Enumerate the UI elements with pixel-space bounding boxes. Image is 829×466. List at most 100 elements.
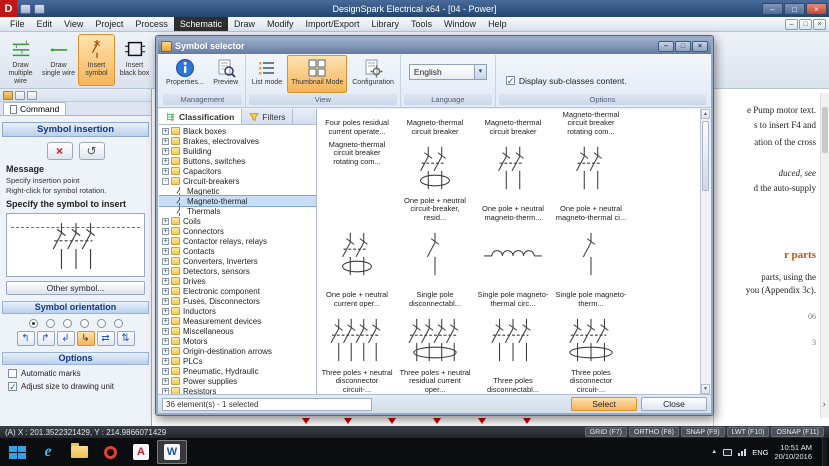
- symbol-cell[interactable]: Three poles + neutral disconnector circu…: [318, 311, 396, 394]
- orientation-radio[interactable]: [62, 319, 72, 328]
- expand-icon[interactable]: +: [162, 167, 169, 175]
- tray-monitor-icon[interactable]: [723, 448, 733, 456]
- tab-command[interactable]: Command: [3, 102, 67, 115]
- maximize-button[interactable]: [784, 2, 805, 15]
- tree-item-detectors-sensors[interactable]: + Detectors, sensors: [159, 266, 316, 276]
- menu-tools[interactable]: Tools: [405, 17, 438, 31]
- symbol-cell[interactable]: Single pole disconnectabl...: [396, 225, 474, 311]
- tree-item-thermals[interactable]: Thermals: [159, 206, 316, 216]
- properties-button[interactable]: Properties...: [162, 55, 208, 93]
- tree-item-plcs[interactable]: + PLCs: [159, 356, 316, 366]
- scroll-up-icon[interactable]: [701, 109, 710, 119]
- menu-modify[interactable]: Modify: [261, 17, 300, 31]
- toggle-ortho-f8[interactable]: ORTHO (F8): [629, 427, 679, 437]
- collapse-icon[interactable]: -: [162, 177, 169, 185]
- clock[interactable]: 10:51 AM 20/10/2016: [774, 443, 812, 461]
- tree-item-contactor-relays-relays[interactable]: + Contactor relays, relays: [159, 236, 316, 246]
- select-button[interactable]: Select: [571, 397, 637, 411]
- quick-access-save-icon[interactable]: [20, 3, 31, 14]
- symbol-cell[interactable]: Single pole magneto-therm...: [552, 225, 630, 311]
- swap-v-button[interactable]: ⇅: [116, 331, 135, 346]
- quick-access-print-icon[interactable]: [34, 3, 45, 14]
- tree-item-fuses-disconnectors[interactable]: + Fuses, Disconnectors: [159, 296, 316, 306]
- minimize-button[interactable]: [762, 2, 783, 15]
- tree-item-contacts[interactable]: + Contacts: [159, 246, 316, 256]
- menu-process[interactable]: Process: [129, 17, 174, 31]
- display-subclasses-checkbox[interactable]: ✓ Display sub-classes content.: [505, 68, 627, 93]
- dialog-close-button[interactable]: [692, 40, 708, 52]
- close-button[interactable]: [806, 2, 827, 15]
- turn-down-right-button[interactable]: ↳: [76, 331, 95, 346]
- thumbnail-mode-button[interactable]: Thumbnail Mode: [287, 55, 348, 93]
- orientation-radio[interactable]: [45, 319, 55, 328]
- toggle-grid-f7[interactable]: GRID (F7): [584, 427, 627, 437]
- tree-item-capacitors[interactable]: + Capacitors: [159, 166, 316, 176]
- expand-icon[interactable]: +: [162, 247, 169, 255]
- swap-h-button[interactable]: ⇄: [96, 331, 115, 346]
- preview-button[interactable]: Preview: [209, 55, 243, 93]
- insert-symbol-button[interactable]: Insert symbol: [78, 34, 115, 86]
- tree-item-pneumatic-hydraulic[interactable]: + Pneumatic, Hydraulic: [159, 366, 316, 376]
- dock-right-icon[interactable]: [27, 90, 37, 100]
- expand-icon[interactable]: +: [162, 237, 169, 245]
- tree-item-measurement-devices[interactable]: + Measurement devices: [159, 316, 316, 326]
- expand-icon[interactable]: +: [162, 267, 169, 275]
- internet-explorer-taskbar-button[interactable]: e: [33, 440, 63, 464]
- toggle-osnap-f11[interactable]: OSNAP (F11): [771, 427, 824, 437]
- document-scrollbar[interactable]: [820, 93, 829, 418]
- tree-item-miscellaneous[interactable]: + Miscellaneous: [159, 326, 316, 336]
- symbol-cell[interactable]: Four poles residual current operate...: [318, 109, 396, 139]
- symbol-cell[interactable]: One pole + neutral magneto-therm...: [474, 139, 552, 225]
- tree-item-building[interactable]: + Building: [159, 146, 316, 156]
- draw-single-wire-button[interactable]: Draw single wire: [40, 34, 77, 86]
- toggle-lwt-f10[interactable]: LWT (F10): [726, 427, 770, 437]
- symbol-cell[interactable]: One pole + neutral circuit-breaker, resi…: [396, 139, 474, 225]
- red-app-taskbar-button[interactable]: [95, 440, 125, 464]
- word-taskbar-button[interactable]: W: [157, 440, 187, 464]
- menu-help[interactable]: Help: [482, 17, 513, 31]
- checkbox-adjust-size-to-drawing-unit[interactable]: ✓ Adjust size to drawing unit: [8, 382, 143, 392]
- dialog-minimize-button[interactable]: [658, 40, 674, 52]
- expand-icon[interactable]: +: [162, 217, 169, 225]
- toggle-snap-f9[interactable]: SNAP (F9): [680, 427, 725, 437]
- orientation-radio[interactable]: [96, 319, 106, 328]
- dock-left-icon[interactable]: [15, 90, 25, 100]
- menu-schematic[interactable]: Schematic: [173, 17, 228, 31]
- menu-file[interactable]: File: [4, 17, 31, 31]
- tree-item-converters-inverters[interactable]: + Converters, Inverters: [159, 256, 316, 266]
- file-explorer-taskbar-button[interactable]: [64, 440, 94, 464]
- tree-item-inductors[interactable]: + Inductors: [159, 306, 316, 316]
- menu-draw[interactable]: Draw: [228, 17, 261, 31]
- grid-scrollbar[interactable]: [700, 109, 710, 394]
- tree-item-origin-destination-arrows[interactable]: + Origin-destination arrows: [159, 346, 316, 356]
- tree-item-coils[interactable]: + Coils: [159, 216, 316, 226]
- expand-icon[interactable]: +: [162, 127, 169, 135]
- tree-item-connectors[interactable]: + Connectors: [159, 226, 316, 236]
- language-select[interactable]: English: [408, 64, 487, 80]
- expand-icon[interactable]: +: [162, 257, 169, 265]
- tree-item-magneto-thermal[interactable]: Magneto-thermal: [159, 195, 316, 207]
- show-desktop-button[interactable]: [822, 438, 827, 466]
- network-icon[interactable]: [738, 448, 747, 456]
- turn-up-right-button[interactable]: ↱: [36, 331, 55, 346]
- list-mode-button[interactable]: List mode: [248, 55, 286, 93]
- scroll-down-icon[interactable]: [701, 384, 710, 394]
- orientation-radio[interactable]: [79, 319, 89, 328]
- close-dialog-button[interactable]: Close: [641, 397, 707, 411]
- tree-item-circuit-breakers[interactable]: - Circuit-breakers: [159, 176, 316, 186]
- grid-scrollbar-thumb[interactable]: [702, 121, 709, 191]
- menu-edit[interactable]: Edit: [31, 17, 59, 31]
- doc-close-button[interactable]: [813, 18, 826, 30]
- expand-icon[interactable]: +: [162, 227, 169, 235]
- expand-icon[interactable]: +: [162, 277, 169, 285]
- tree-item-buttons-switches[interactable]: + Buttons, switches: [159, 156, 316, 166]
- chevron-down-icon[interactable]: [473, 65, 486, 79]
- tray-chevron-icon[interactable]: [711, 449, 717, 455]
- expand-icon[interactable]: +: [162, 377, 169, 385]
- symbol-cell[interactable]: One pole + neutral current oper...: [318, 225, 396, 311]
- symbol-cell[interactable]: One pole + neutral magneto-thermal ci...: [552, 139, 630, 225]
- tree-item-power-supplies[interactable]: + Power supplies: [159, 376, 316, 386]
- draw-multiple-wire-button[interactable]: Draw multiple wire: [2, 34, 39, 86]
- expand-icon[interactable]: +: [162, 327, 169, 335]
- tree-item-magnetic[interactable]: Magnetic: [159, 186, 316, 196]
